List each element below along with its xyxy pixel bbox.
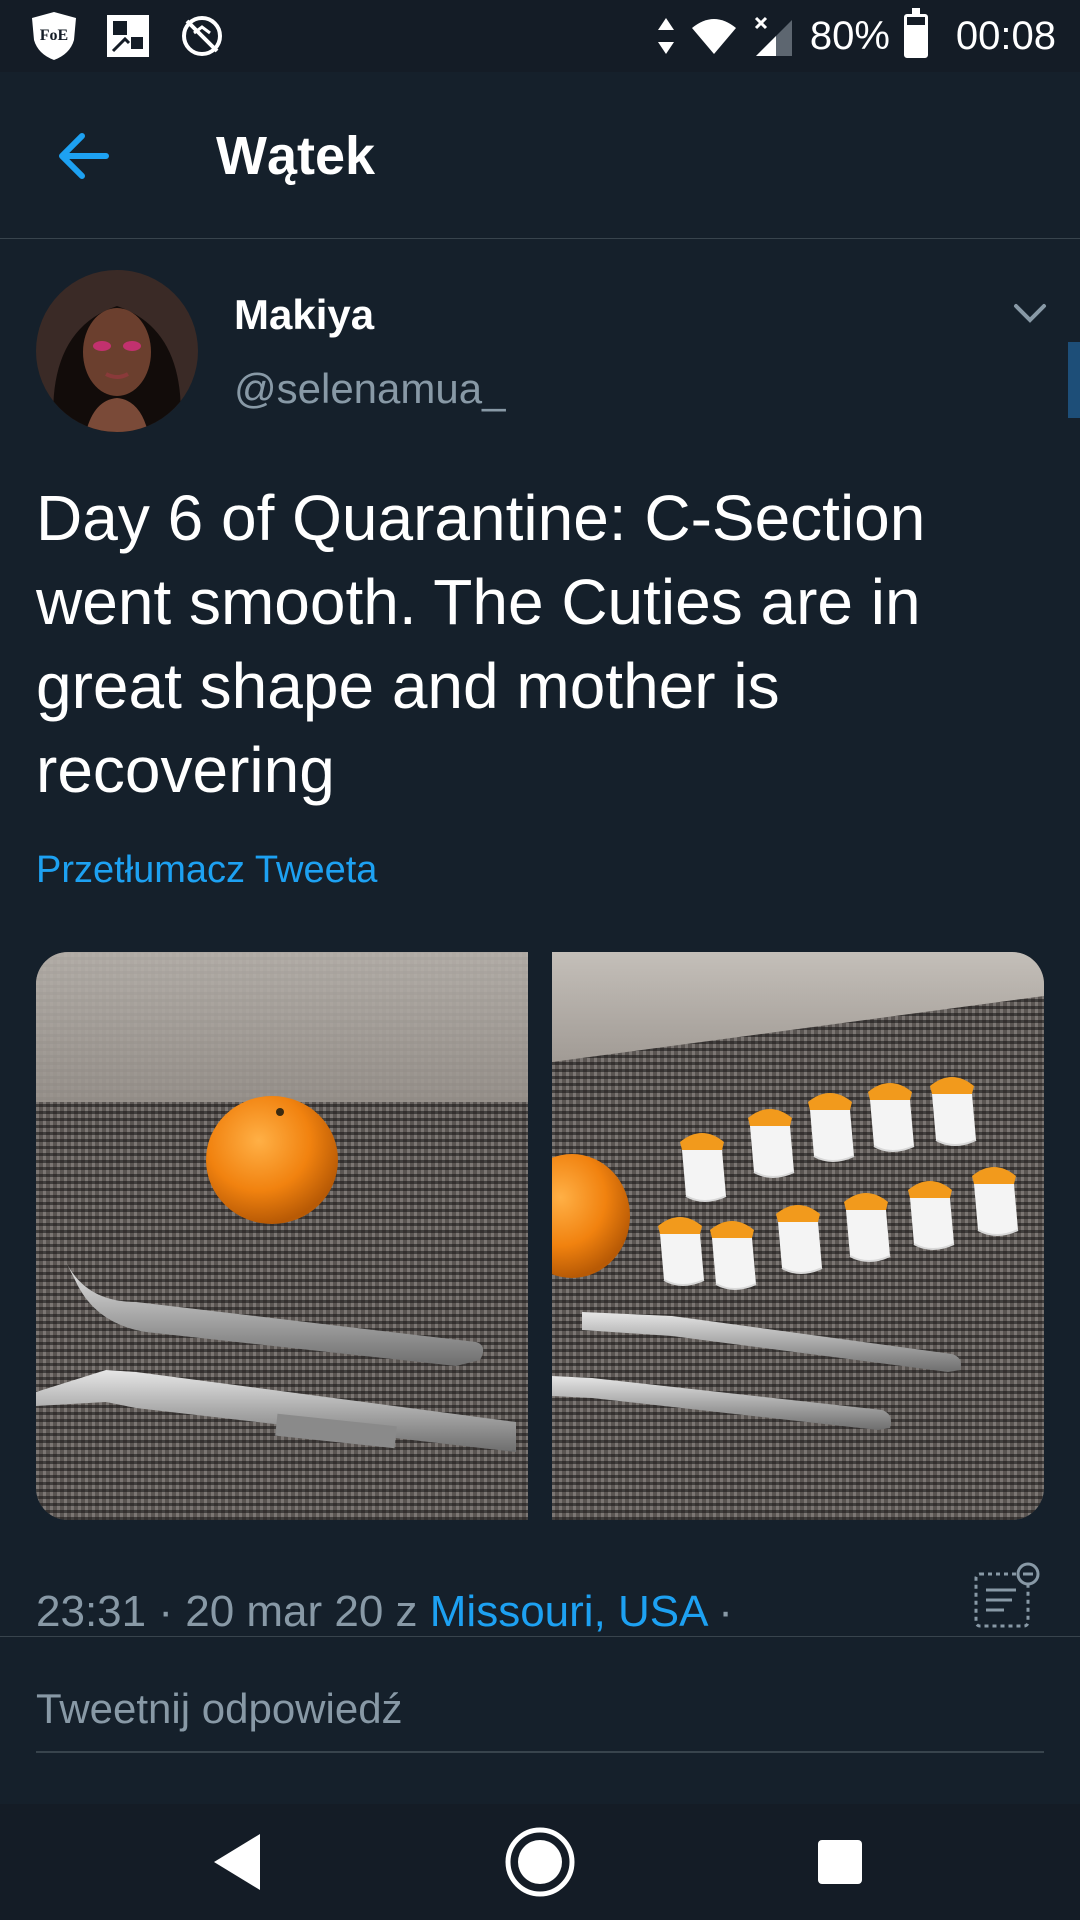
reply-input[interactable] xyxy=(36,1667,1044,1753)
data-transfer-icon xyxy=(657,18,674,54)
page-title: Wątek xyxy=(216,126,376,186)
battery-icon xyxy=(903,8,928,58)
triangle-back-icon xyxy=(214,1834,260,1890)
status-bar: FoE 80% 00:08 xyxy=(0,0,1080,72)
clock: 00:08 xyxy=(955,13,1056,58)
circle-home-icon xyxy=(505,1827,575,1897)
battery-fill xyxy=(906,24,925,55)
activity-list-icon xyxy=(974,1562,1040,1628)
tweet-location-link[interactable]: Missouri, USA xyxy=(430,1587,706,1636)
tweet-time: 23:31 xyxy=(36,1587,147,1636)
avatar[interactable] xyxy=(36,270,198,432)
status-bar-system-icons: 80% 00:08 xyxy=(656,8,1056,64)
meta-separator: · xyxy=(706,1587,733,1636)
author-name[interactable]: Makiya xyxy=(234,290,374,340)
chevron-down-icon xyxy=(1014,304,1046,323)
square-recents-icon xyxy=(818,1840,862,1884)
arrow-left-icon xyxy=(59,133,109,179)
tweet-photo-2[interactable] xyxy=(552,952,1044,1520)
nav-back-button[interactable] xyxy=(200,1822,280,1902)
tweet-photo-1[interactable] xyxy=(36,952,528,1520)
reply-bar xyxy=(0,1636,1080,1805)
foe-badge-text: FoE xyxy=(40,27,68,44)
battery-percent: 80% xyxy=(809,13,890,58)
shield-foe-icon: FoE xyxy=(28,10,80,62)
tweet-activity-button[interactable] xyxy=(970,1560,1042,1632)
tweet-meta: 23:31 · 20 mar 20 z Missouri, USA · xyxy=(36,1584,733,1640)
nav-recents-button[interactable] xyxy=(800,1822,880,1902)
back-button[interactable] xyxy=(52,124,116,188)
orange-slices-illustration xyxy=(552,1076,1019,1430)
no-sync-icon xyxy=(176,10,228,62)
photo-grid-icon xyxy=(102,10,154,62)
cell-signal-icon xyxy=(754,16,792,56)
nav-home-button[interactable] xyxy=(500,1822,580,1902)
scroll-indicator xyxy=(1068,342,1080,418)
wifi-icon xyxy=(691,19,736,54)
orange-and-tools-illustration xyxy=(36,1096,516,1452)
from-label: z xyxy=(383,1587,430,1636)
status-bar-notification-icons: FoE xyxy=(28,10,228,62)
translate-tweet-link[interactable]: Przetłumacz Tweeta xyxy=(36,846,377,894)
meta-separator: · xyxy=(146,1587,186,1636)
system-navigation-bar xyxy=(0,1804,1080,1920)
tweet-text: Day 6 of Quarantine: C-Section went smoo… xyxy=(36,482,926,806)
tweet-date: 20 mar 20 xyxy=(185,1587,384,1636)
author-handle[interactable]: @selenamua_ xyxy=(234,364,505,414)
app-header: Wątek xyxy=(0,72,1080,239)
tweet-options-button[interactable] xyxy=(1010,296,1050,332)
